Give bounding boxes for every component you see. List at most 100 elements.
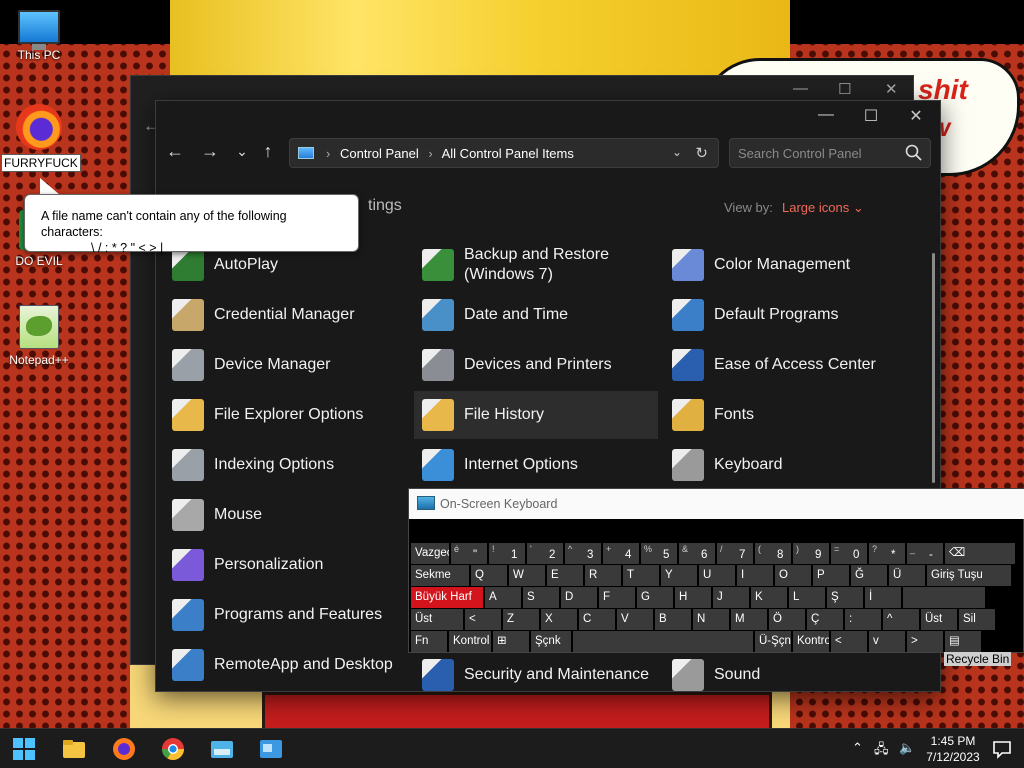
osk-key[interactable]: < — [465, 609, 501, 630]
osk-key[interactable]: < — [831, 631, 867, 652]
cp-item-credential-manager[interactable]: Credential Manager — [164, 291, 408, 339]
osk-key-space[interactable] — [573, 631, 753, 652]
cp-item-keyboard[interactable]: Keyboard — [664, 441, 908, 489]
close-button[interactable]: ✕ — [898, 106, 934, 126]
scrollbar[interactable] — [932, 253, 935, 483]
osk-key[interactable]: G — [637, 587, 673, 608]
osk-key[interactable]: B — [655, 609, 691, 630]
osk-key[interactable]: F — [599, 587, 635, 608]
osk-key[interactable]: & 6 — [679, 543, 715, 564]
osk-key[interactable]: Q — [471, 565, 507, 586]
osk-key[interactable]: Ö — [769, 609, 805, 630]
cp-item-security-maintenance[interactable]: Security and Maintenance — [414, 651, 658, 691]
osk-key[interactable]: Üst — [411, 609, 463, 630]
osk-key[interactable]: ) 9 — [793, 543, 829, 564]
cp-item-ease-of-access[interactable]: Ease of Access Center — [664, 341, 908, 389]
chrome-icon[interactable] — [161, 737, 185, 761]
osk-key[interactable]: : — [845, 609, 881, 630]
osk-key[interactable]: ? * — [869, 543, 905, 564]
cp-item-default-programs[interactable]: Default Programs — [664, 291, 908, 339]
search-box[interactable] — [729, 138, 931, 168]
view-by-dropdown[interactable]: Large icons ⌄ — [782, 200, 864, 216]
cp-item-backup-restore[interactable]: Backup and Restore (Windows 7) — [414, 241, 658, 289]
cp-item-mouse[interactable]: Mouse — [164, 491, 408, 539]
desktop-icon-label-renaming[interactable]: FURRYFUCK — [1, 154, 81, 172]
volume-icon[interactable]: 🔈 — [899, 740, 915, 756]
osk-key[interactable]: H — [675, 587, 711, 608]
cp-item-devices-printers[interactable]: Devices and Printers — [414, 341, 658, 389]
cp-item-sound[interactable]: Sound — [664, 651, 908, 691]
osk-key[interactable]: % 5 — [641, 543, 677, 564]
control-panel-taskbar-icon[interactable] — [259, 737, 283, 761]
osk-key[interactable]: ' 2 — [527, 543, 563, 564]
osk-key[interactable]: Y — [661, 565, 697, 586]
clock[interactable]: 1:45 PM 7/12/2023 — [924, 733, 982, 765]
osk-key[interactable]: Giriş Tuşu — [927, 565, 1011, 586]
osk-key[interactable]: Z — [503, 609, 539, 630]
cp-item-programs-features[interactable]: Programs and Features — [164, 591, 408, 639]
cp-item-file-history[interactable]: File History — [414, 391, 658, 439]
osk-key[interactable]: (8 — [755, 543, 791, 564]
osk-key[interactable]: E — [547, 565, 583, 586]
osk-key[interactable]: = 0 — [831, 543, 867, 564]
osk-key[interactable]: Ü-Şçnk — [755, 631, 791, 652]
osk-key[interactable]: Kontrol — [793, 631, 829, 652]
search-input[interactable] — [730, 139, 906, 167]
osk-key[interactable]: +4 — [603, 543, 639, 564]
osk-key[interactable]: ▤ — [945, 631, 981, 652]
cp-item-date-time[interactable]: Date and Time — [414, 291, 658, 339]
osk-key[interactable]: L — [789, 587, 825, 608]
breadcrumb-all-items[interactable]: All Control Panel Items — [442, 146, 574, 161]
osk-key[interactable]: Sekme — [411, 565, 469, 586]
cp-item-folder-options[interactable]: File Explorer Options — [164, 391, 408, 439]
osk-key[interactable]: Ş — [827, 587, 863, 608]
osk-key[interactable]: J — [713, 587, 749, 608]
up-button[interactable]: ↑ — [254, 141, 282, 162]
osk-key[interactable]: X — [541, 609, 577, 630]
refresh-icon[interactable]: ↻ — [695, 144, 708, 162]
cp-item-internet-options[interactable]: Internet Options — [414, 441, 658, 489]
firefox-icon[interactable] — [112, 737, 136, 761]
cp-item-indexing-options[interactable]: Indexing Options — [164, 441, 408, 489]
osk-key[interactable]: _ - — [907, 543, 943, 564]
cp-item-remoteapp[interactable]: RemoteApp and Desktop — [164, 641, 408, 689]
bg-minimize-button[interactable]: — — [793, 80, 808, 97]
breadcrumb-control-panel[interactable]: Control Panel — [340, 146, 419, 161]
desktop-icon-notepadpp[interactable]: Notepad++ — [1, 305, 77, 367]
osk-key[interactable]: Fn — [411, 631, 447, 652]
file-explorer-icon[interactable] — [62, 737, 86, 761]
osk-key[interactable]: K — [751, 587, 787, 608]
osk-key[interactable]: U — [699, 565, 735, 586]
osk-key[interactable]: ⌫ — [945, 543, 1015, 564]
osk-key[interactable]: M — [731, 609, 767, 630]
osk-key[interactable]: T — [623, 565, 659, 586]
osk-key[interactable]: C — [579, 609, 615, 630]
osk-key-capslock[interactable]: Büyük Harf — [411, 587, 483, 608]
osk-key[interactable]: Sil — [959, 609, 995, 630]
osk-key[interactable]: Ü — [889, 565, 925, 586]
cp-item-personalization[interactable]: Personalization — [164, 541, 408, 589]
cp-item-color-management[interactable]: Color Management — [664, 241, 908, 289]
osk-taskbar-icon[interactable] — [210, 737, 234, 761]
osk-title-bar[interactable]: On-Screen Keyboard — [409, 489, 1024, 519]
desktop-icon-firefox-shortcut[interactable]: FURRYFUCK — [1, 104, 81, 172]
osk-key[interactable]: Üst — [921, 609, 957, 630]
bg-maximize-button[interactable]: ☐ — [838, 80, 851, 98]
osk-key[interactable]: Şçnk — [531, 631, 571, 652]
forward-button[interactable]: → — [196, 141, 224, 162]
osk-key[interactable]: > — [907, 631, 943, 652]
bg-close-button[interactable]: ✕ — [885, 80, 898, 98]
chevron-up-icon[interactable]: ⌃ — [852, 740, 863, 756]
osk-key[interactable]: ^ — [883, 609, 919, 630]
osk-key[interactable]: v — [869, 631, 905, 652]
back-button[interactable]: ← — [161, 141, 189, 162]
osk-key[interactable]: A — [485, 587, 521, 608]
start-icon[interactable] — [12, 737, 36, 761]
osk-key[interactable]: S — [523, 587, 559, 608]
chevron-down-icon[interactable]: ⌄ — [672, 145, 682, 159]
cp-item-device-manager[interactable]: Device Manager — [164, 341, 408, 389]
osk-key[interactable]: ^ 3 — [565, 543, 601, 564]
osk-key[interactable]: P — [813, 565, 849, 586]
on-screen-keyboard-window[interactable]: On-Screen Keyboard Vazgeç é "! 1 ' 2 ^ 3 +4% 5 & 6/… — [408, 488, 1024, 653]
minimize-button[interactable]: — — [808, 106, 844, 124]
